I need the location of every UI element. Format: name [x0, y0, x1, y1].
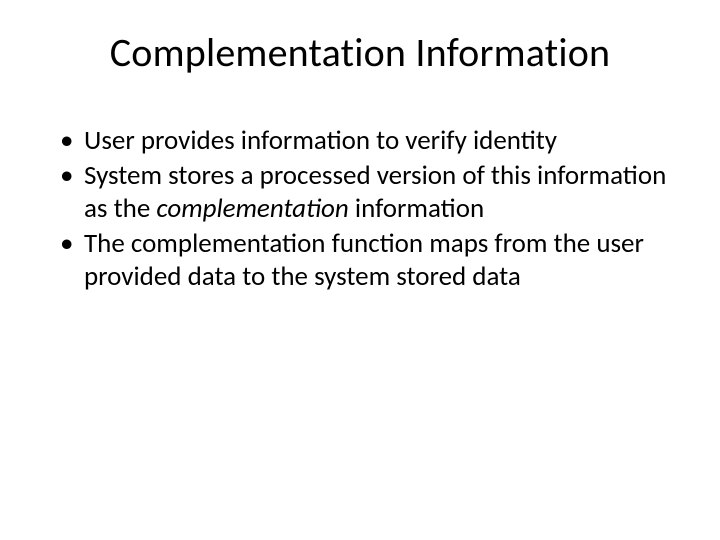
bullet-list: User provides information to verify iden… [56, 125, 672, 294]
bullet-text-italic: complementation [156, 192, 348, 225]
bullet-text: The complementation function maps from t… [84, 227, 644, 293]
slide-container: Complementation Information User provide… [0, 0, 720, 540]
bullet-item: System stores a processed version of thi… [56, 160, 672, 226]
slide-title: Complementation Information [48, 28, 672, 77]
bullet-item: The complementation function maps from t… [56, 228, 672, 294]
slide-content: User provides information to verify iden… [48, 125, 672, 294]
bullet-item: User provides information to verify iden… [56, 125, 672, 158]
bullet-text: User provides information to verify iden… [84, 124, 557, 157]
bullet-text-after: information [349, 192, 484, 225]
